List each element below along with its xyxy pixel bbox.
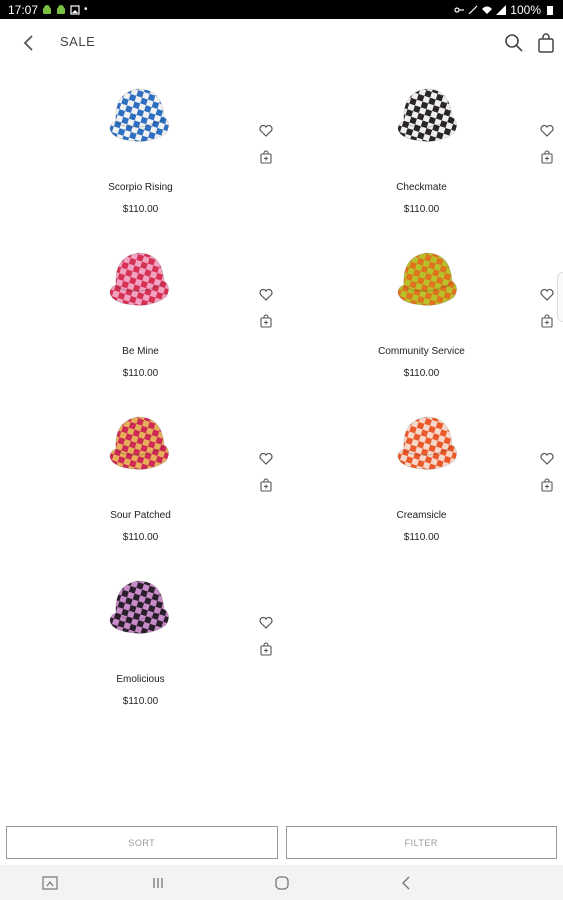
add-to-bag-button[interactable] xyxy=(258,641,274,657)
favorite-button[interactable] xyxy=(258,451,274,467)
screenshot-icon xyxy=(42,876,58,890)
add-to-bag-icon xyxy=(541,150,553,164)
product-price: $110.00 xyxy=(122,368,159,379)
dot-icon: • xyxy=(84,4,88,15)
chevron-left-icon xyxy=(402,876,410,890)
favorite-button[interactable] xyxy=(258,123,274,139)
recent-apps-button[interactable] xyxy=(148,873,168,893)
sort-button[interactable]: SORT xyxy=(6,826,278,859)
status-time: 17:07 xyxy=(8,2,39,17)
favorite-button[interactable] xyxy=(539,451,555,467)
product-name: Be Mine xyxy=(122,346,159,357)
product-name: Scorpio Rising xyxy=(108,182,173,193)
android-icon xyxy=(57,4,66,14)
add-to-bag-button[interactable] xyxy=(258,149,274,165)
status-bar: 17:07 • 100% xyxy=(0,0,563,19)
favorite-button[interactable] xyxy=(539,287,555,303)
add-to-bag-icon xyxy=(260,314,272,328)
heart-icon xyxy=(259,452,273,465)
bucket-hat-image[interactable] xyxy=(104,79,174,149)
system-navigation-bar xyxy=(0,865,563,900)
battery-icon xyxy=(547,5,553,15)
bucket-hat-image[interactable] xyxy=(104,571,174,641)
product-price: $110.00 xyxy=(122,532,159,543)
product-price: $110.00 xyxy=(122,204,159,215)
bucket-hat-image[interactable] xyxy=(104,243,174,313)
add-to-bag-icon xyxy=(260,478,272,492)
signal-icon xyxy=(496,4,507,15)
product-card[interactable]: Sour Patched $110.00 xyxy=(0,395,281,559)
image-notification-icon xyxy=(70,4,80,15)
search-button[interactable] xyxy=(502,31,526,55)
add-to-bag-button[interactable] xyxy=(258,313,274,329)
mute-icon xyxy=(468,5,478,14)
system-back-button[interactable] xyxy=(396,873,416,893)
bucket-hat-image[interactable] xyxy=(392,407,462,477)
search-icon xyxy=(505,34,523,52)
back-button[interactable] xyxy=(16,31,40,55)
heart-icon xyxy=(540,288,554,301)
shopping-bag-icon xyxy=(538,33,554,53)
product-card[interactable]: Emolicious $110.00 xyxy=(0,559,281,723)
product-card[interactable]: Scorpio Rising $110.00 xyxy=(0,67,281,231)
add-to-bag-button[interactable] xyxy=(539,149,555,165)
screenshot-nav-button[interactable] xyxy=(40,873,60,893)
add-to-bag-icon xyxy=(541,478,553,492)
add-to-bag-button[interactable] xyxy=(258,477,274,493)
heart-icon xyxy=(259,124,273,137)
add-to-bag-icon xyxy=(260,150,272,164)
recents-icon xyxy=(153,878,163,888)
app-bar: SALE xyxy=(0,19,563,67)
add-to-bag-button[interactable] xyxy=(539,477,555,493)
product-price: $110.00 xyxy=(122,696,159,707)
product-price: $110.00 xyxy=(403,204,440,215)
favorite-button[interactable] xyxy=(539,123,555,139)
sort-filter-bar: SORT FILTER xyxy=(0,820,563,865)
home-button[interactable] xyxy=(272,873,292,893)
heart-icon xyxy=(259,616,273,629)
bucket-hat-image[interactable] xyxy=(392,243,462,313)
favorite-button[interactable] xyxy=(258,615,274,631)
battery-percent: 100% xyxy=(510,2,541,17)
product-card[interactable]: Be Mine $110.00 xyxy=(0,231,281,395)
product-name: Creamsicle xyxy=(396,510,447,521)
add-to-bag-icon xyxy=(260,642,272,656)
key-icon xyxy=(454,6,465,13)
home-icon xyxy=(275,876,289,890)
favorite-button[interactable] xyxy=(258,287,274,303)
heart-icon xyxy=(540,452,554,465)
product-price: $110.00 xyxy=(403,532,440,543)
chevron-left-icon xyxy=(23,35,33,51)
product-card[interactable]: Checkmate $110.00 xyxy=(281,67,562,231)
product-grid: Scorpio Rising $110.00 Checkmate $110.00 Be … xyxy=(0,67,563,817)
bucket-hat-image[interactable] xyxy=(392,79,462,149)
product-name: Community Service xyxy=(378,346,465,357)
product-card[interactable]: Community Service $110.00 xyxy=(281,231,562,395)
filter-button[interactable]: FILTER xyxy=(285,826,557,859)
product-name: Emolicious xyxy=(116,674,165,685)
page-title: SALE xyxy=(60,34,96,49)
cart-button[interactable] xyxy=(534,31,558,55)
add-to-bag-button[interactable] xyxy=(539,313,555,329)
wifi-icon xyxy=(482,6,493,14)
product-card[interactable]: Creamsicle $110.00 xyxy=(281,395,562,559)
heart-icon xyxy=(540,124,554,137)
product-name: Sour Patched xyxy=(110,510,171,521)
product-name: Checkmate xyxy=(396,182,447,193)
android-icon xyxy=(43,4,52,14)
bucket-hat-image[interactable] xyxy=(104,407,174,477)
add-to-bag-icon xyxy=(541,314,553,328)
heart-icon xyxy=(259,288,273,301)
product-price: $110.00 xyxy=(403,368,440,379)
